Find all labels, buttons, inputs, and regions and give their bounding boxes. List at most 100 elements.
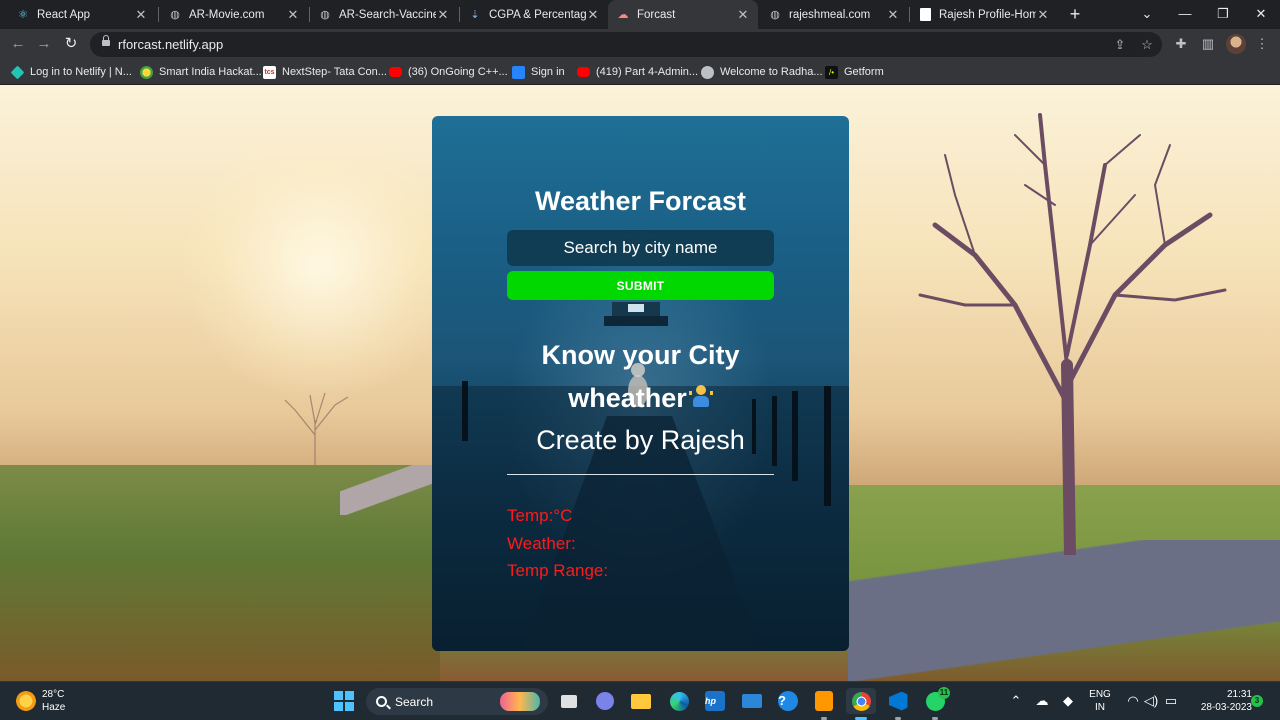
tab-cgpa[interactable]: ⇣ CGPA & Percentag ✕ — [460, 0, 608, 29]
close-icon[interactable]: ✕ — [134, 7, 148, 23]
tab-forcast[interactable]: ☁ Forcast ✕ — [608, 0, 758, 29]
bookmark-star-icon[interactable]: ☆ — [1137, 35, 1157, 55]
url-text: rforcast.netlify.app — [118, 37, 224, 52]
close-icon[interactable]: ✕ — [286, 7, 300, 23]
clock[interactable]: 21:31 28-03-2023 — [1188, 688, 1252, 714]
tab-title: AR-Movie.com — [189, 8, 265, 21]
weather-widget[interactable]: 28°C Haze — [16, 688, 65, 714]
tab-separator — [158, 7, 159, 22]
page-viewport: Weather Forcast SUBMIT Know your City wh… — [0, 85, 1280, 681]
notification-badge[interactable]: 3 — [1251, 695, 1263, 707]
close-icon[interactable]: ✕ — [886, 7, 900, 23]
vscode-button[interactable] — [885, 688, 911, 714]
reload-icon: ↻ — [64, 35, 78, 52]
language-indicator[interactable]: ENG IN — [1088, 688, 1112, 714]
bookmark-radha[interactable]: Welcome to Radha... — [701, 64, 823, 80]
tab-title: AR-Search-Vaccine-pu — [339, 8, 436, 21]
share-icon[interactable]: ⇪ — [1110, 35, 1130, 55]
reload-button[interactable]: ↻ — [60, 33, 82, 55]
close-icon[interactable]: ✕ — [1036, 7, 1050, 23]
chevron-up-icon[interactable]: ⌃ — [1005, 690, 1027, 712]
windows-taskbar: 28°C Haze Search hp ? 11 ⌃ ☁ ◆ ENG IN ◠ … — [0, 681, 1280, 720]
youtube-icon — [389, 67, 402, 77]
back-button[interactable]: ← — [7, 33, 29, 55]
bookmark-label: NextStep- Tata Con... — [282, 66, 387, 78]
profile-avatar[interactable] — [1226, 34, 1246, 54]
hp-app-button[interactable]: hp — [702, 688, 728, 714]
sublime-text-button[interactable] — [811, 688, 837, 714]
bookmark-nextstep[interactable]: tcs NextStep- Tata Con... — [263, 64, 387, 80]
dropbox-icon[interactable]: ◆ — [1057, 690, 1079, 712]
city-search-input[interactable] — [507, 230, 774, 266]
tab-search-button[interactable]: ⌄ — [1128, 0, 1166, 29]
bookmark-part4-admin[interactable]: (419) Part 4-Admin... — [577, 64, 698, 80]
lock-icon — [102, 35, 110, 46]
tab-title: React App — [37, 8, 91, 21]
battery-icon[interactable]: ▭ — [1160, 690, 1182, 712]
browser-toolbar: ← → ↻ rforcast.netlify.app ⇪ ☆ ✚ ▥ ⋮ — [0, 29, 1280, 59]
whatsapp-badge: 11 — [938, 687, 950, 699]
new-tab-button[interactable]: + — [1064, 3, 1086, 25]
chat-icon — [596, 692, 614, 710]
bookmark-label: Log in to Netlify | N... — [30, 66, 132, 78]
tab-rajesh-profile[interactable]: Rajesh Profile-Home ✕ — [910, 0, 1058, 29]
tab-strip: ⚛ React App ✕ ◍ AR-Movie.com ✕ ◍ AR-Sear… — [0, 0, 1280, 29]
minimize-button[interactable]: — — [1166, 0, 1204, 29]
task-view-button[interactable] — [556, 688, 582, 714]
close-icon[interactable]: ✕ — [586, 7, 600, 23]
close-window-button[interactable]: ✕ — [1242, 0, 1280, 29]
tab-rajeshmeal[interactable]: ◍ rajeshmeal.com ✕ — [760, 0, 908, 29]
mail-button[interactable] — [739, 688, 765, 714]
close-icon[interactable]: ✕ — [436, 7, 450, 23]
globe-icon: ◍ — [170, 9, 180, 21]
taskbar-search-label: Search — [395, 694, 434, 709]
getform-icon: /• — [825, 65, 838, 79]
close-icon[interactable]: ✕ — [736, 7, 750, 23]
chrome-button[interactable] — [846, 688, 876, 714]
arrow-right-icon: → — [36, 35, 52, 52]
teams-chat-button[interactable] — [592, 688, 618, 714]
bookmarks-bar: Log in to Netlify | N... Smart India Hac… — [0, 59, 1280, 85]
more-menu-icon[interactable]: ⋮ — [1251, 33, 1273, 55]
maximize-button[interactable]: ❐ — [1204, 0, 1242, 29]
taskbar-search[interactable]: Search — [366, 688, 548, 715]
extensions-icon[interactable]: ✚ — [1170, 33, 1192, 55]
submit-button[interactable]: SUBMIT — [507, 271, 774, 300]
background-tree-small — [284, 392, 349, 465]
tcs-icon: tcs — [263, 65, 276, 79]
clock-time: 21:31 — [1226, 689, 1252, 700]
get-help-button[interactable]: ? — [775, 688, 801, 714]
windows-logo-icon — [334, 691, 354, 711]
globe-icon: ◍ — [320, 9, 330, 21]
edge-button[interactable] — [666, 688, 692, 714]
tab-title: Rajesh Profile-Home — [939, 8, 1036, 21]
cloud-icon: ☁ — [617, 9, 629, 21]
address-bar[interactable]: rforcast.netlify.app ⇪ ☆ — [90, 32, 1162, 57]
tab-ar-search-vaccine[interactable]: ◍ AR-Search-Vaccine-pu ✕ — [310, 0, 458, 29]
bookmark-label: Getform — [844, 66, 884, 78]
bookmark-netlify[interactable]: Log in to Netlify | N... — [10, 64, 132, 80]
tab-title: CGPA & Percentag — [489, 8, 586, 21]
background-tree-large — [918, 113, 1227, 555]
sublime-icon — [815, 691, 833, 711]
background-sun-glow — [180, 125, 460, 405]
bookmark-ongoing-cpp[interactable]: (36) OnGoing C++... — [389, 64, 508, 80]
side-panel-icon[interactable]: ▥ — [1197, 33, 1219, 55]
file-explorer-button[interactable] — [628, 688, 654, 714]
forward-button[interactable]: → — [33, 33, 55, 55]
tab-react-app[interactable]: ⚛ React App ✕ — [8, 0, 156, 29]
globe-icon — [701, 65, 714, 79]
bookmark-label: Smart India Hackat... — [159, 66, 262, 78]
bulb-icon — [140, 65, 153, 79]
onedrive-icon[interactable]: ☁ — [1031, 690, 1053, 712]
clock-date: 28-03-2023 — [1200, 702, 1252, 713]
volume-icon[interactable]: ◁) — [1140, 690, 1162, 712]
hp-icon: hp — [705, 691, 725, 711]
bookmark-sign-in[interactable]: Sign in — [512, 64, 565, 80]
bookmark-smart-india[interactable]: Smart India Hackat... — [140, 64, 262, 80]
tab-ar-movie[interactable]: ◍ AR-Movie.com ✕ — [160, 0, 308, 29]
task-view-icon — [561, 694, 577, 708]
folder-icon — [631, 693, 651, 709]
bookmark-getform[interactable]: /• Getform — [825, 64, 884, 80]
start-button[interactable] — [331, 688, 357, 714]
